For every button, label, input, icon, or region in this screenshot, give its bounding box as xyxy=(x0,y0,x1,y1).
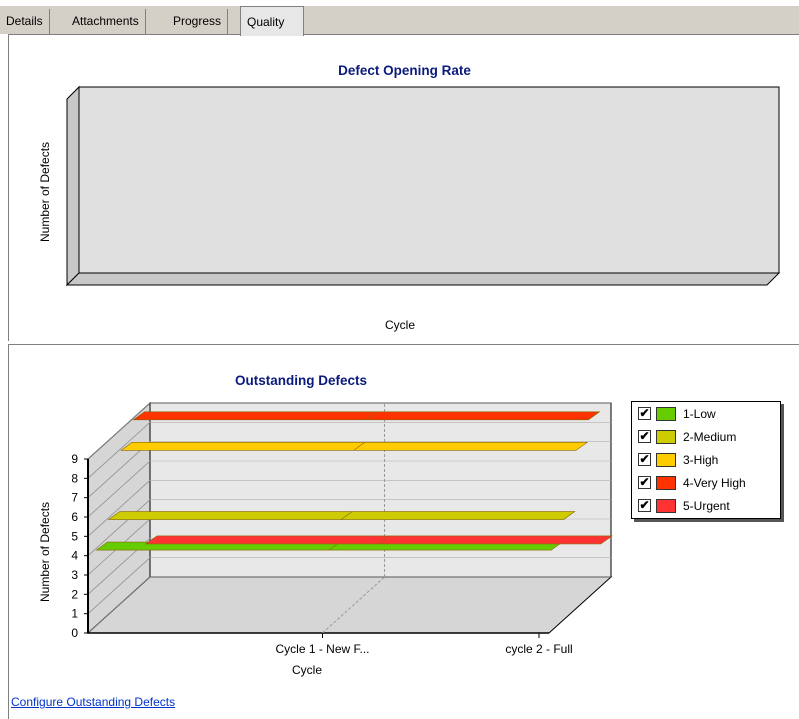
outstanding-defects-chart: 0 1 2 3 4 5 6 7 8 9 Cycle 1 - New F... cycle 2 - Fu… xyxy=(71,401,613,656)
series-ribbon-5-urgent xyxy=(144,535,613,545)
color-swatch xyxy=(656,430,676,444)
color-swatch xyxy=(656,499,676,513)
y-tick-label: 7 xyxy=(71,491,78,505)
x-tick-label: Cycle 1 - New F... xyxy=(276,642,370,656)
tab-label: Progress xyxy=(173,14,222,28)
defect-opening-rate-chart xyxy=(65,85,781,287)
checkbox[interactable]: ✔ xyxy=(638,430,651,443)
legend-label: 3-High xyxy=(683,453,719,467)
y-tick-label: 3 xyxy=(71,568,78,582)
x-axis-label: Cycle xyxy=(292,663,323,677)
checkbox[interactable]: ✔ xyxy=(638,453,651,466)
series-ribbon-3-high xyxy=(120,442,589,451)
y-tick-label: 6 xyxy=(71,510,78,524)
chart-floor xyxy=(65,272,781,286)
x-axis-label: Cycle xyxy=(385,318,416,332)
legend-label: 2-Medium xyxy=(683,430,737,444)
y-tick-label: 1 xyxy=(71,607,78,621)
y-tick-label: 4 xyxy=(71,549,78,563)
checkbox[interactable]: ✔ xyxy=(638,476,651,489)
color-swatch xyxy=(656,407,676,421)
outstanding-defects-panel: Outstanding Defects 0 1 2 3 4 5 6 7 8 9 Cycle 1 - … xyxy=(8,344,799,719)
tab-label: Details xyxy=(6,14,43,28)
chart-left-wall xyxy=(66,85,80,287)
series-ribbon-2-medium xyxy=(107,511,576,520)
y-tick-label: 5 xyxy=(71,529,78,543)
tab-strip: Details Attachments Progress Quality xyxy=(0,6,799,36)
legend-label: 5-Urgent xyxy=(683,499,730,513)
checkbox[interactable]: ✔ xyxy=(638,499,651,512)
tab-label: Quality xyxy=(247,15,285,29)
y-tick-label: 2 xyxy=(71,587,78,601)
tab-progress[interactable]: Progress xyxy=(167,9,229,34)
defect-opening-rate-panel: Defect Opening Rate Cycle Number of Defe… xyxy=(8,34,799,341)
chart-back-wall xyxy=(78,86,780,274)
y-tick-label: 8 xyxy=(71,471,78,485)
x-tick-label: cycle 2 - Full xyxy=(505,642,572,656)
configure-outstanding-defects-link[interactable]: Configure Outstanding Defects xyxy=(11,695,175,709)
chart-floor xyxy=(86,576,613,634)
color-swatch xyxy=(656,453,676,467)
chart-back-wall xyxy=(149,402,612,578)
checkbox[interactable]: ✔ xyxy=(638,407,651,420)
y-axis-label: Number of Defects xyxy=(38,141,52,242)
chart-legend: ✔ 1-Low ✔ 2-Medium ✔ 3-High ✔ 4-Very Hig… xyxy=(631,401,781,519)
quality-view: Details Attachments Progress Quality Def… xyxy=(0,0,799,719)
tab-attachments[interactable]: Attachments xyxy=(66,9,146,34)
y-axis-label: Number of Defects xyxy=(38,501,52,602)
color-swatch xyxy=(656,476,676,490)
y-tick-label: 0 xyxy=(71,626,78,640)
tab-details[interactable]: Details xyxy=(0,9,50,34)
legend-label: 1-Low xyxy=(683,407,716,421)
legend-label: 4-Very High xyxy=(683,476,746,490)
tab-quality[interactable]: Quality xyxy=(240,6,304,36)
y-tick-label: 9 xyxy=(71,452,78,466)
tab-label: Attachments xyxy=(72,14,139,28)
series-ribbon-4-very-high xyxy=(132,411,601,421)
